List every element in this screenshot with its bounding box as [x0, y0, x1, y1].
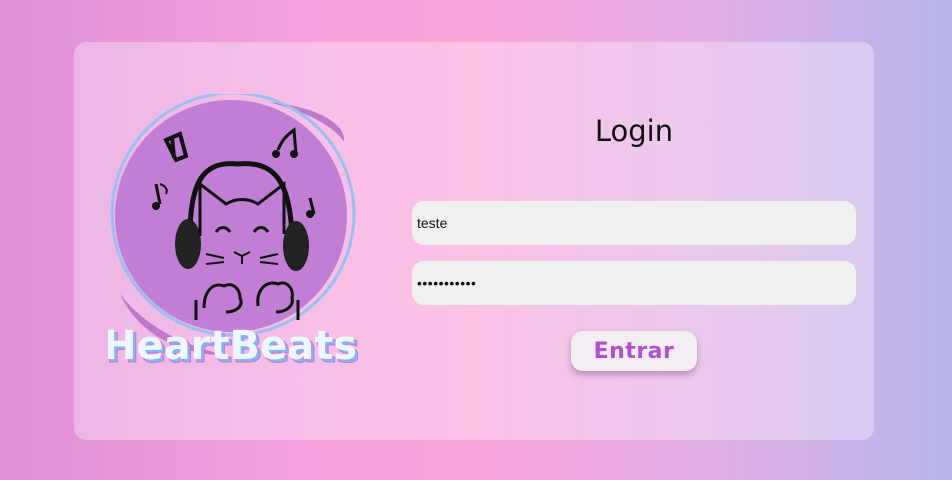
login-button[interactable]: Entrar	[571, 331, 697, 371]
login-card: HeartBeats HeartBeats Login Entrar	[74, 42, 874, 440]
password-field[interactable]	[412, 261, 856, 305]
heartbeats-logo: HeartBeats HeartBeats	[108, 94, 358, 369]
page-title: Login	[594, 114, 674, 148]
svg-text:HeartBeats: HeartBeats	[108, 323, 357, 369]
username-field[interactable]	[412, 201, 856, 245]
